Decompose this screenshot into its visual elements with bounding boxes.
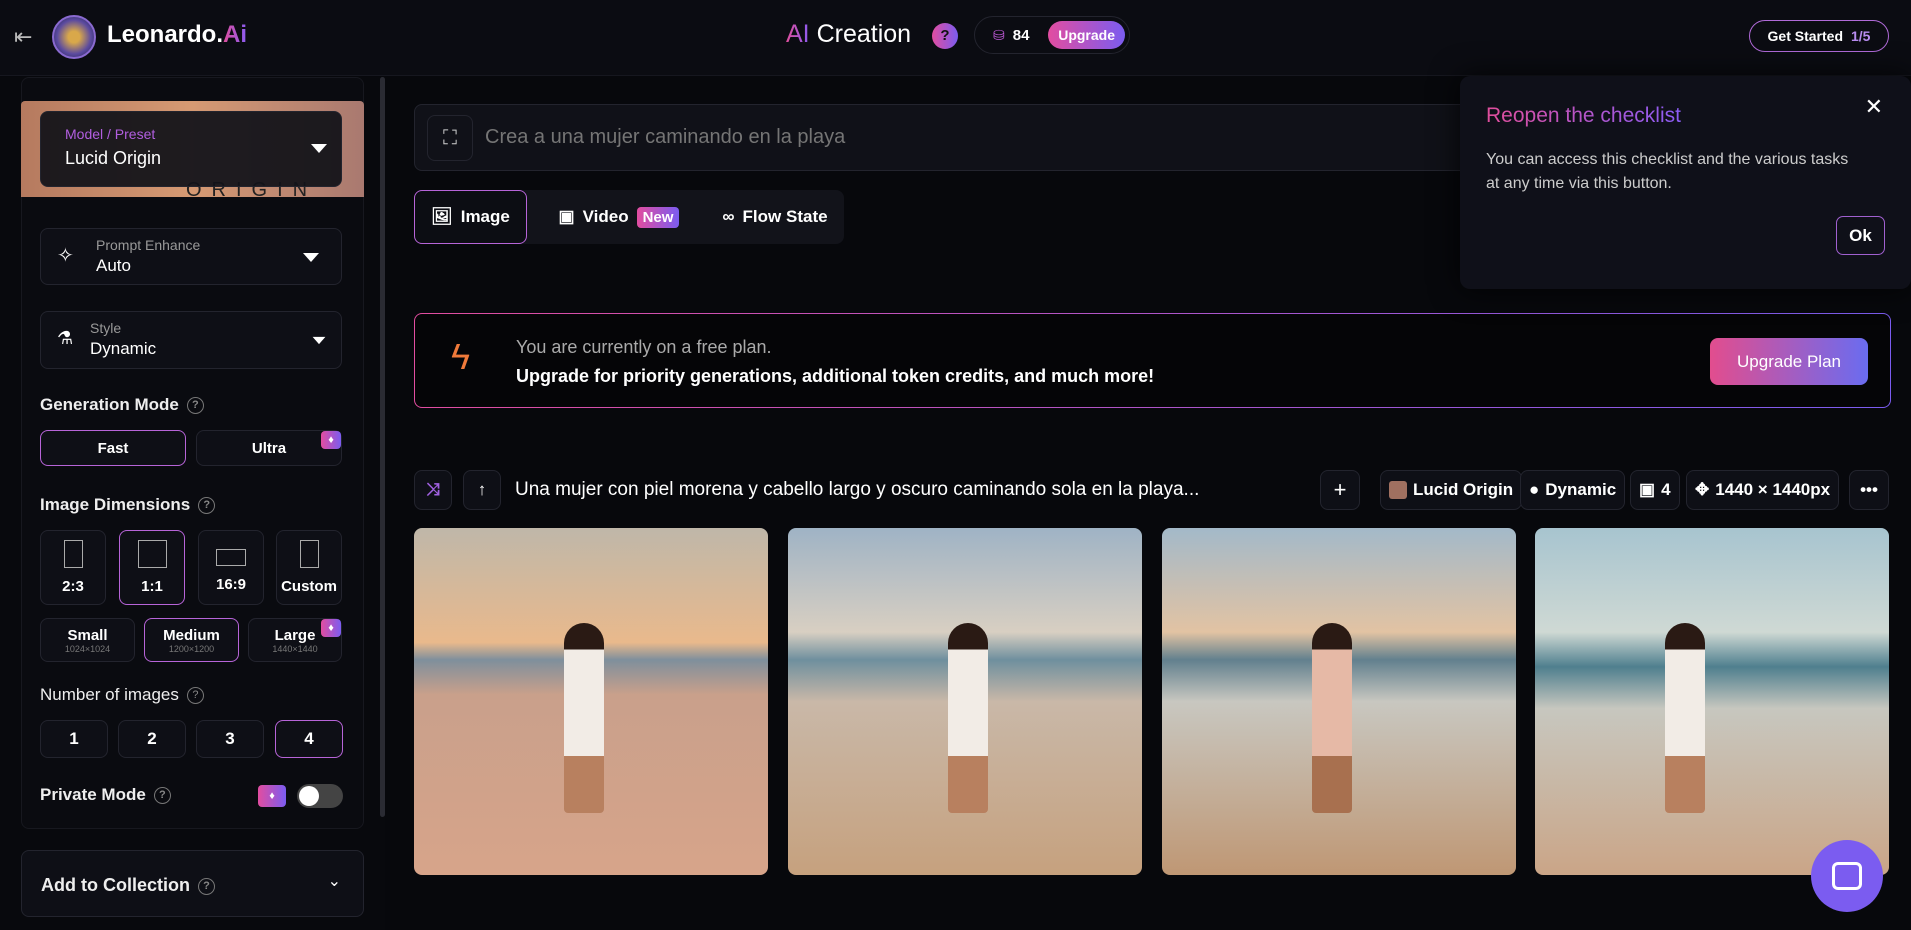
premium-gem-icon: ♦ (321, 619, 341, 637)
close-icon[interactable]: ✕ (1865, 94, 1883, 120)
tab-flow-state[interactable]: ∞ Flow State (710, 190, 840, 244)
help-icon[interactable]: ? (198, 497, 216, 515)
chevron-down-icon: ⌄ (327, 873, 341, 890)
add-button[interactable]: + (1320, 470, 1360, 510)
brand-name[interactable]: Leonardo.Ai (107, 21, 247, 49)
mode-tabs: 🖼 Image ▣ Video New ∞ Flow State (414, 190, 844, 244)
move-icon: ✥ (1695, 480, 1710, 499)
count-3-button[interactable]: 3 (196, 720, 264, 758)
token-count: 84 (1012, 26, 1030, 44)
popup-title: Reopen the checklist (1486, 104, 1681, 127)
size-small-button[interactable]: Small 1024×1024 (40, 618, 135, 662)
image-dimensions-label: Image Dimensions? (40, 495, 216, 515)
drop-icon: ● (1529, 480, 1540, 499)
flask-icon: ⚗ (57, 328, 74, 348)
chevron-down-icon (312, 336, 326, 345)
chat-support-button[interactable] (1811, 840, 1883, 912)
ratio-custom-button[interactable]: Custom (276, 530, 342, 605)
token-balance: ⛁ 84 Upgrade (974, 16, 1130, 54)
size-medium-button[interactable]: Medium 1200×1200 (144, 618, 239, 662)
model-thumbnail (1389, 481, 1407, 499)
arrow-up-icon: ↑ (477, 480, 487, 499)
help-icon[interactable]: ? (186, 397, 204, 415)
add-to-collection-section[interactable]: Add to Collection? ⌄ (21, 850, 364, 917)
reuse-prompt-button[interactable]: ↑ (463, 470, 501, 510)
sidebar: ORIGIN Model / Preset Lucid Origin ✧ Pro… (0, 77, 385, 930)
free-plan-banner: ϟ You are currently on a free plan. Upgr… (414, 313, 1891, 408)
model-chip[interactable]: Lucid Origin (1380, 470, 1523, 510)
tab-video[interactable]: ▣ Video New (544, 190, 694, 244)
generated-image[interactable] (1162, 528, 1516, 875)
help-icon[interactable]: ? (197, 877, 215, 895)
image-icon: 🖼 (431, 207, 453, 226)
chevron-down-icon (303, 253, 319, 262)
banner-line1: You are currently on a free plan. (516, 337, 772, 357)
private-mode-toggle[interactable] (297, 784, 343, 808)
custom-ratio-icon (299, 540, 319, 568)
generated-image[interactable] (414, 528, 768, 875)
model-preset-dropdown[interactable]: Model / Preset Lucid Origin (40, 111, 342, 187)
token-icon: ⛁ (993, 26, 1005, 43)
premium-gem-icon: ♦ (321, 431, 341, 449)
portrait-icon (63, 540, 83, 568)
more-icon: ••• (1860, 480, 1878, 499)
plus-icon: + (1333, 477, 1347, 502)
upgrade-plan-button[interactable]: Upgrade Plan (1710, 338, 1868, 385)
mode-ultra-button[interactable]: Ultra ♦ (196, 430, 342, 466)
size-chip[interactable]: ✥ 1440 × 1440px (1686, 470, 1840, 510)
chat-icon (1832, 862, 1862, 890)
collapse-sidebar-icon[interactable]: ⇤ (14, 24, 32, 50)
help-icon[interactable]: ? (186, 687, 204, 705)
prompt-enhance-dropdown[interactable]: ✧ Prompt Enhance Auto (40, 228, 342, 285)
premium-gem-icon: ♦ (258, 785, 286, 807)
banner-line2: Upgrade for priority generations, additi… (516, 366, 1155, 386)
get-started-button[interactable]: Get Started 1/5 (1749, 20, 1889, 52)
infinity-icon: ∞ (722, 207, 735, 226)
remix-icon[interactable]: ⤨ (414, 470, 452, 510)
popup-body: You can access this checklist and the va… (1486, 151, 1849, 192)
count-2-button[interactable]: 2 (118, 720, 186, 758)
count-4-button[interactable]: 4 (275, 720, 343, 758)
count-1-button[interactable]: 1 (40, 720, 108, 758)
leonardo-logo[interactable] (52, 15, 96, 59)
chevron-down-icon (311, 144, 327, 153)
video-icon: ▣ (558, 207, 575, 226)
help-icon[interactable]: ? (153, 787, 171, 805)
tab-image[interactable]: 🖼 Image (414, 190, 527, 244)
size-large-button[interactable]: Large 1440×1440 ♦ (248, 618, 342, 662)
ratio-2-3-button[interactable]: 2:3 (40, 530, 106, 605)
help-button[interactable]: ? (932, 23, 958, 49)
page-title: AI Creation (786, 20, 912, 48)
more-options-button[interactable]: ••• (1849, 470, 1889, 510)
checklist-popup: Reopen the checklist ✕ You can access th… (1460, 76, 1911, 289)
sparkles-icon: ✧ (57, 245, 74, 267)
new-badge: New (636, 206, 680, 228)
mode-fast-button[interactable]: Fast (40, 430, 186, 466)
number-of-images-label: Number of images? (40, 685, 204, 705)
generation-mode-label: Generation Mode? (40, 395, 204, 415)
lightning-icon: ϟ (451, 336, 471, 377)
upgrade-button[interactable]: Upgrade (1048, 21, 1125, 49)
private-mode-label: Private Mode? (40, 785, 171, 805)
generation-prompt: Una mujer con piel morena y cabello larg… (515, 479, 1200, 500)
image-prompt-icon[interactable]: ⛶ (427, 115, 473, 161)
ratio-16-9-button[interactable]: 16:9 (198, 530, 264, 605)
count-chip[interactable]: ▣ 4 (1630, 470, 1680, 510)
images-icon: ▣ (1639, 480, 1656, 499)
sidebar-scrollbar[interactable] (380, 77, 385, 817)
style-dropdown[interactable]: ⚗ Style Dynamic (40, 311, 342, 369)
generated-image[interactable] (1535, 528, 1889, 875)
prompt-input[interactable] (485, 119, 1485, 155)
ok-button[interactable]: Ok (1836, 216, 1885, 255)
top-bar: ⇤ Leonardo.Ai AI Creation ? ⛁ 84 Upgrade… (0, 0, 1911, 76)
landscape-icon (216, 548, 246, 566)
square-icon (137, 540, 167, 568)
style-chip[interactable]: ● Dynamic (1520, 470, 1626, 510)
generated-image[interactable] (788, 528, 1142, 875)
ratio-1-1-button[interactable]: 1:1 (119, 530, 185, 605)
